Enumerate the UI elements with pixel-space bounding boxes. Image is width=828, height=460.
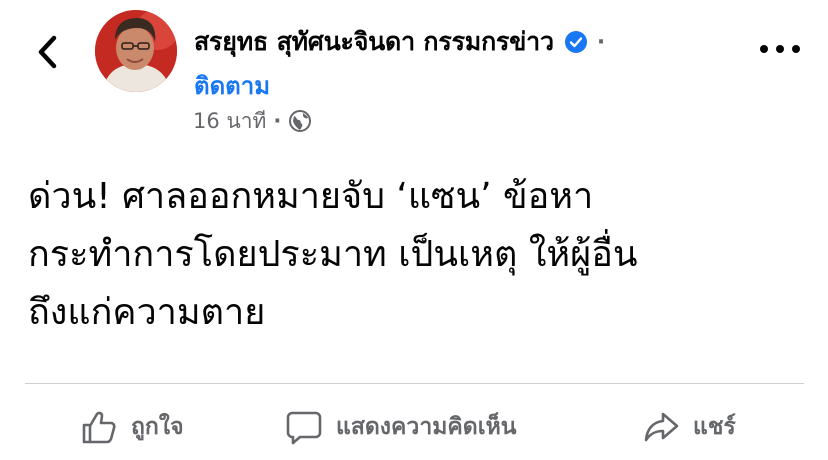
verified-badge-icon bbox=[564, 31, 587, 53]
comment-button[interactable]: แสดงความคิดเห็น bbox=[286, 402, 516, 452]
share-arrow-icon bbox=[644, 412, 679, 442]
meta-separator: · bbox=[273, 109, 282, 133]
like-button[interactable]: ถูกใจ bbox=[81, 402, 184, 452]
post-text-line: ถึงแก่ความตาย bbox=[28, 292, 266, 333]
more-dot bbox=[760, 45, 768, 53]
share-button[interactable]: แชร์ bbox=[643, 402, 736, 452]
post-text-line: กระทำการโดยประมาท เป็นเหตุ ให้ผู้อื่น bbox=[28, 234, 638, 275]
separator-dot: · bbox=[596, 29, 606, 55]
facebook-post: สรยุทธ สุทัศนะจินดา กรรมกรข่าว · ติดตาม … bbox=[0, 0, 828, 460]
timestamp[interactable]: 16 นาที bbox=[193, 105, 266, 138]
avatar[interactable] bbox=[95, 10, 177, 92]
author-line: สรยุทธ สุทัศนะจินดา กรรมกรข่าว · bbox=[194, 24, 605, 60]
like-label: ถูกใจ bbox=[131, 414, 184, 440]
thumbs-up-icon bbox=[82, 411, 116, 444]
post-meta: 16 นาที · bbox=[193, 106, 312, 136]
back-button[interactable] bbox=[30, 30, 64, 74]
avatar-image bbox=[95, 10, 177, 92]
comment-bubble-icon bbox=[286, 411, 322, 445]
follow-button[interactable]: ติดตาม bbox=[194, 66, 270, 105]
author-name[interactable]: สรยุทธ สุทัศนะจินดา กรรมกรข่าว bbox=[194, 22, 554, 62]
share-label: แชร์ bbox=[693, 414, 736, 440]
comment-label: แสดงความคิดเห็น bbox=[336, 414, 517, 440]
post-text: ด่วน! ศาลออกหมายจับ ‘แซน’ ข้อหา กระทำการ… bbox=[28, 168, 808, 342]
divider bbox=[25, 383, 804, 384]
chevron-left-icon bbox=[38, 35, 57, 69]
post-text-line: ด่วน! ศาลออกหมายจับ ‘แซน’ ข้อหา bbox=[28, 176, 594, 217]
globe-icon[interactable] bbox=[288, 109, 312, 133]
more-options-icon[interactable] bbox=[760, 34, 800, 64]
more-dot bbox=[792, 45, 800, 53]
more-dot bbox=[776, 45, 784, 53]
